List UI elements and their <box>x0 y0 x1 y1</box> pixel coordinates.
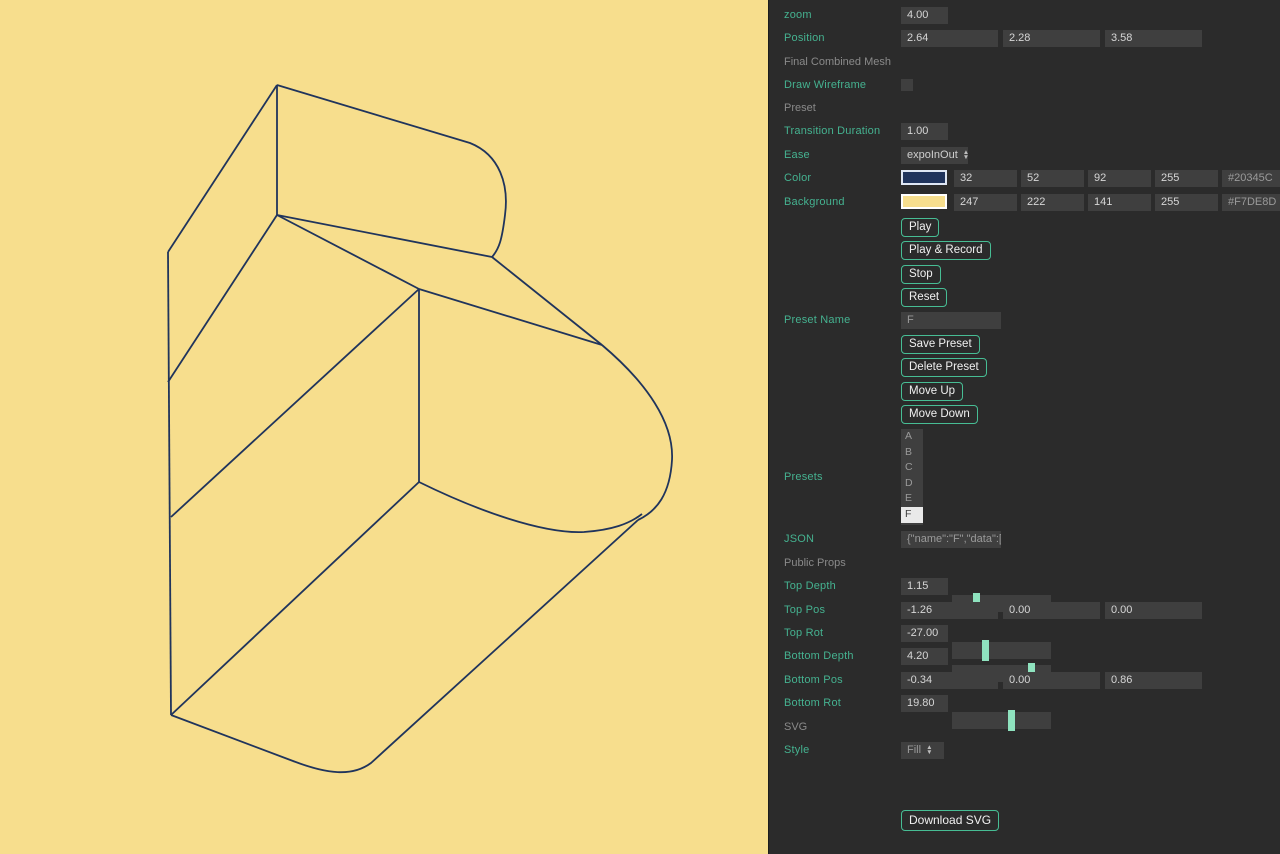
position-y-input[interactable]: 2.28 <box>1003 30 1100 47</box>
zoom-label: zoom <box>784 9 812 21</box>
move-down-button[interactable]: Move Down <box>901 405 978 424</box>
bottom-pos-x-input[interactable]: -0.34 <box>901 672 998 689</box>
background-r-input[interactable]: 247 <box>954 194 1017 211</box>
row-json: JSON {"name":"F","data":[{ <box>784 531 1273 548</box>
control-panel: zoom 4.00 Position 2.64 2.28 3.58 Final … <box>768 0 1280 854</box>
top-pos-label: Top Pos <box>784 604 825 616</box>
top-depth-input[interactable]: 1.15 <box>901 578 948 595</box>
background-swatch[interactable] <box>901 194 947 209</box>
presets-label: Presets <box>784 471 823 483</box>
background-hex-input[interactable]: #F7DE8D <box>1222 194 1280 211</box>
letter-wireframe-drawing <box>0 0 768 854</box>
zoom-input[interactable]: 4.00 <box>901 7 948 24</box>
transition-duration-label: Transition Duration <box>784 125 880 137</box>
top-pos-x-input[interactable]: -1.26 <box>901 602 998 619</box>
3d-viewport[interactable] <box>0 0 768 854</box>
save-preset-button[interactable]: Save Preset <box>901 335 980 354</box>
top-pos-z-input[interactable]: 0.00 <box>1105 602 1202 619</box>
ease-label: Ease <box>784 149 810 161</box>
app: { "canvas": { "background_color": "#F7DE… <box>0 0 1280 854</box>
preset-name-input[interactable]: F <box>901 312 1001 329</box>
row-position: Position 2.64 2.28 3.58 <box>784 30 1273 47</box>
preset-item[interactable]: A <box>901 429 923 445</box>
preset-item[interactable]: C <box>901 460 923 476</box>
preset-name-label: Preset Name <box>784 314 850 326</box>
reset-button[interactable]: Reset <box>901 288 947 307</box>
json-input[interactable]: {"name":"F","data":[{ <box>901 531 1001 548</box>
presets-label-row: Presets <box>784 469 1273 486</box>
bottom-rot-input[interactable]: 19.80 <box>901 695 948 712</box>
bottom-depth-label: Bottom Depth <box>784 650 854 662</box>
row-transition-duration: Transition Duration 1.00 <box>784 123 1273 140</box>
preset-item[interactable]: E <box>901 491 923 507</box>
delete-preset-button[interactable]: Delete Preset <box>901 358 987 377</box>
color-hex-input[interactable]: #20345C <box>1222 170 1280 187</box>
background-a-input[interactable]: 255 <box>1155 194 1218 211</box>
ease-select[interactable]: expoInOut ▲▼ <box>901 147 968 164</box>
presets-listbox[interactable]: A B C D E F AB <box>901 429 923 525</box>
updown-arrows-icon: ▲▼ <box>963 151 969 160</box>
section-svg: SVG <box>784 719 1273 736</box>
position-label: Position <box>784 32 825 44</box>
stop-button[interactable]: Stop <box>901 265 941 284</box>
row-top-depth: Top Depth 1.15 <box>784 578 1273 595</box>
transition-duration-input[interactable]: 1.00 <box>901 123 948 140</box>
preset-item-selected[interactable]: F <box>901 507 923 523</box>
top-depth-label: Top Depth <box>784 580 836 592</box>
preset-item[interactable]: AB <box>901 523 923 525</box>
play-button[interactable]: Play <box>901 218 939 237</box>
section-final-combined-mesh: Final Combined Mesh <box>784 54 1273 71</box>
row-zoom: zoom 4.00 <box>784 7 1273 24</box>
color-a-input[interactable]: 255 <box>1155 170 1218 187</box>
preset-item[interactable]: D <box>901 476 923 492</box>
color-r-input[interactable]: 32 <box>954 170 1017 187</box>
json-label: JSON <box>784 533 814 545</box>
top-pos-y-input[interactable]: 0.00 <box>1003 602 1100 619</box>
bottom-pos-y-input[interactable]: 0.00 <box>1003 672 1100 689</box>
background-g-input[interactable]: 222 <box>1021 194 1084 211</box>
color-label: Color <box>784 172 811 184</box>
section-preset: Preset <box>784 100 1273 117</box>
section-public-props: Public Props <box>784 555 1273 572</box>
row-bottom-rot: Bottom Rot 19.80 <box>784 695 1273 712</box>
row-bottom-pos: Bottom Pos -0.34 0.00 0.86 <box>784 672 1273 689</box>
bottom-pos-label: Bottom Pos <box>784 674 843 686</box>
color-swatch[interactable] <box>901 170 947 185</box>
download-svg-button[interactable]: Download SVG <box>901 810 999 831</box>
preset-item[interactable]: B <box>901 445 923 461</box>
draw-wireframe-label: Draw Wireframe <box>784 79 866 91</box>
style-label: Style <box>784 744 809 756</box>
row-bottom-depth: Bottom Depth 4.20 <box>784 648 1273 665</box>
updown-arrows-icon: ▲▼ <box>926 746 932 755</box>
row-background: Background 247 222 141 255 #F7DE8D <box>784 194 1273 211</box>
draw-wireframe-checkbox[interactable] <box>901 79 913 91</box>
color-g-input[interactable]: 52 <box>1021 170 1084 187</box>
color-b-input[interactable]: 92 <box>1088 170 1151 187</box>
move-up-button[interactable]: Move Up <box>901 382 963 401</box>
bottom-depth-input[interactable]: 4.20 <box>901 648 948 665</box>
bottom-pos-z-input[interactable]: 0.86 <box>1105 672 1202 689</box>
row-color: Color 32 52 92 255 #20345C <box>784 170 1273 187</box>
style-select[interactable]: Fill ▲▼ <box>901 742 944 759</box>
row-ease: Ease expoInOut ▲▼ <box>784 147 1273 164</box>
position-z-input[interactable]: 3.58 <box>1105 30 1202 47</box>
background-label: Background <box>784 196 845 208</box>
top-rot-input[interactable]: -27.00 <box>901 625 948 642</box>
row-preset-name: Preset Name F <box>784 312 1273 329</box>
position-x-input[interactable]: 2.64 <box>901 30 998 47</box>
bottom-rot-label: Bottom Rot <box>784 697 841 709</box>
top-rot-label: Top Rot <box>784 627 823 639</box>
row-style: Style Fill ▲▼ <box>784 742 1273 759</box>
row-top-rot: Top Rot -27.00 <box>784 625 1273 642</box>
row-top-pos: Top Pos -1.26 0.00 0.00 <box>784 602 1273 619</box>
row-draw-wireframe: Draw Wireframe <box>784 77 1273 94</box>
play-record-button[interactable]: Play & Record <box>901 241 991 260</box>
background-b-input[interactable]: 141 <box>1088 194 1151 211</box>
